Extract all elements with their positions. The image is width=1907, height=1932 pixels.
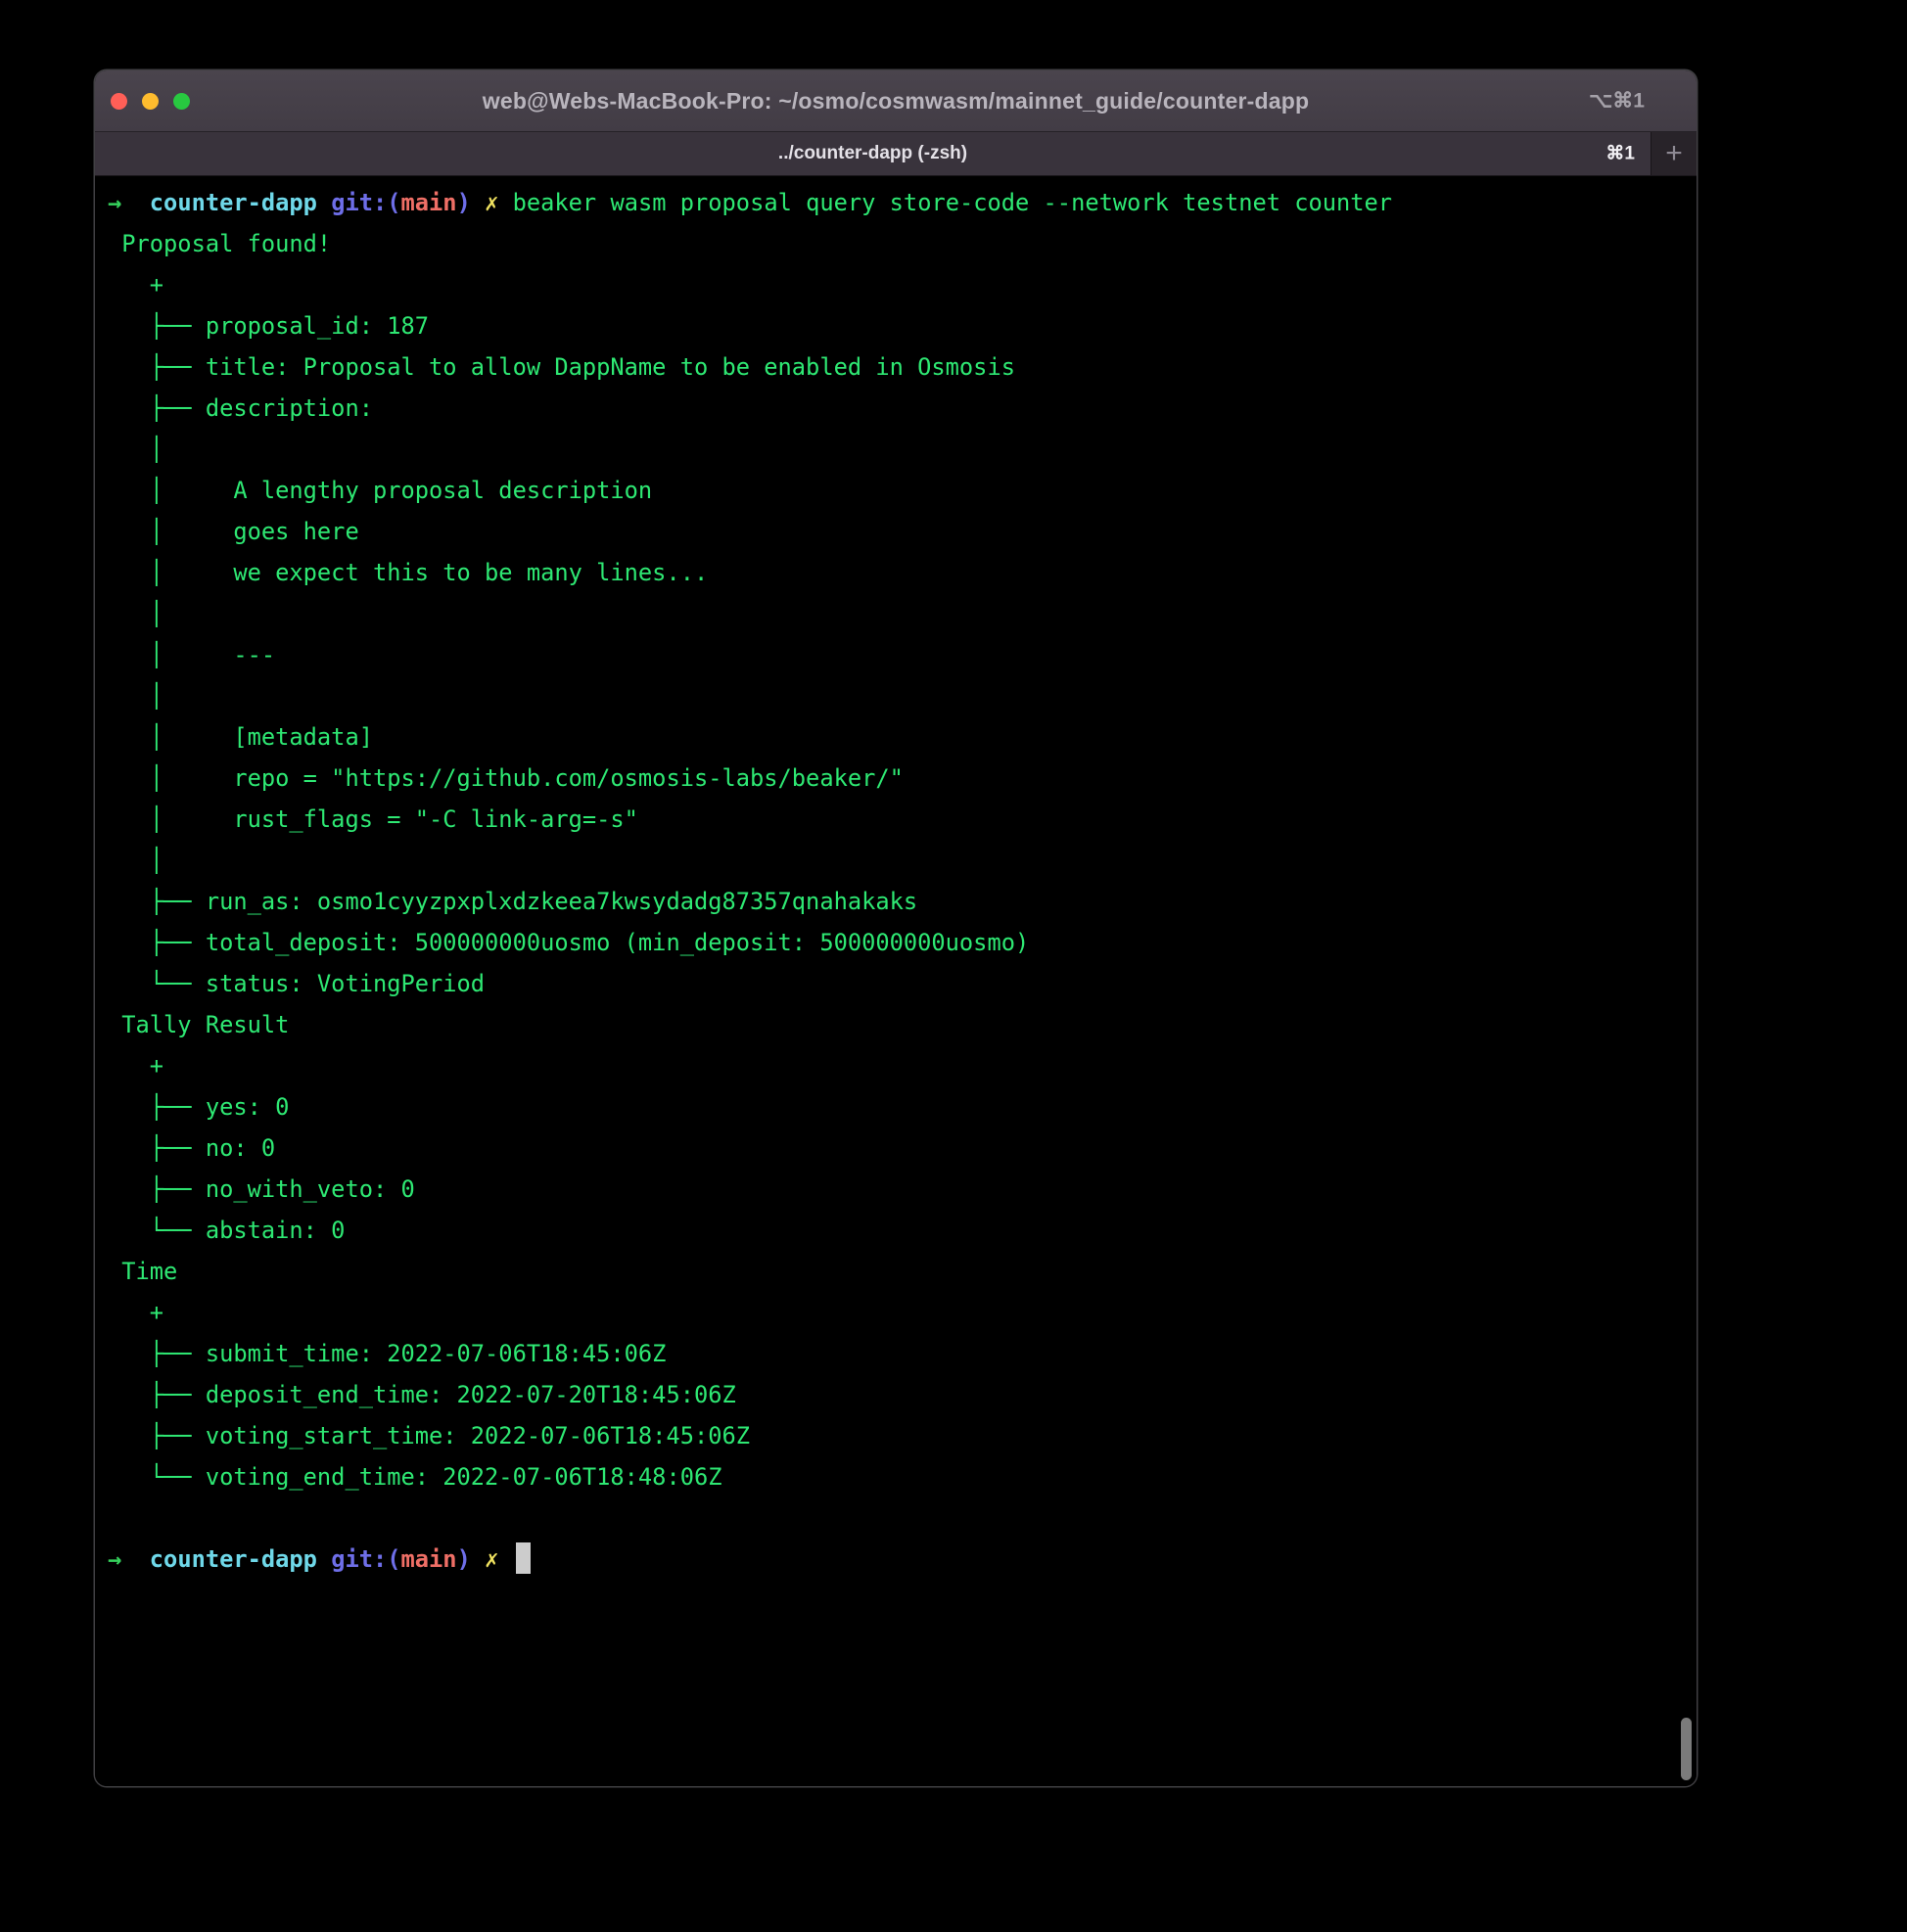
terminal-screen[interactable]: → counter-dapp git:(main) ✗ beaker wasm …	[95, 176, 1697, 1786]
titlebar-shortcut-label: ⌥⌘1	[1589, 89, 1645, 114]
terminal-cursor	[516, 1542, 531, 1574]
tab-label: ../counter-dapp (-zsh)	[778, 143, 967, 164]
tab-counter-dapp[interactable]: ../counter-dapp (-zsh) ⌘1	[95, 132, 1651, 175]
close-button[interactable]	[111, 93, 127, 110]
prompt-git-prefix: git:(	[331, 1545, 400, 1573]
prompt-git-branch: main	[401, 1545, 457, 1573]
tab-shortcut-label: ⌘1	[1605, 143, 1635, 165]
window-title: web@Webs-MacBook-Pro: ~/osmo/cosmwasm/ma…	[483, 88, 1309, 115]
prompt-git-prefix: git:(	[331, 189, 400, 216]
prompt-arrow-icon: →	[108, 1545, 150, 1573]
prompt-git-suffix: )	[457, 1545, 486, 1573]
new-tab-button[interactable]: +	[1651, 132, 1697, 175]
prompt-dirty-icon: ✗	[485, 1545, 513, 1573]
proposal-output: Proposal found! + ├── proposal_id: 187 ├…	[108, 223, 1681, 1004]
traffic-lights	[111, 70, 190, 131]
titlebar[interactable]: web@Webs-MacBook-Pro: ~/osmo/cosmwasm/ma…	[95, 70, 1697, 131]
minimize-button[interactable]	[142, 93, 159, 110]
command-text: beaker wasm proposal query store-code --…	[513, 189, 1392, 216]
tab-bar: ../counter-dapp (-zsh) ⌘1 +	[95, 131, 1697, 176]
zoom-button[interactable]	[173, 93, 190, 110]
time-output: Time + ├── submit_time: 2022-07-06T18:45…	[108, 1251, 1681, 1497]
terminal-window: web@Webs-MacBook-Pro: ~/osmo/cosmwasm/ma…	[95, 70, 1697, 1786]
prompt-git-suffix: )	[457, 189, 486, 216]
prompt-line-1: → counter-dapp git:(main) ✗ beaker wasm …	[108, 182, 1681, 223]
plus-icon: +	[1665, 139, 1683, 168]
prompt-dirty-icon: ✗	[485, 189, 513, 216]
prompt-arrow-icon: →	[108, 189, 150, 216]
prompt-line-2: → counter-dapp git:(main) ✗	[108, 1539, 1681, 1580]
prompt-directory: counter-dapp	[150, 1545, 331, 1573]
scrollbar-thumb[interactable]	[1681, 1718, 1692, 1780]
prompt-directory: counter-dapp	[150, 189, 331, 216]
prompt-git-branch: main	[401, 189, 457, 216]
tally-result-output: Tally Result + ├── yes: 0 ├── no: 0 ├── …	[108, 1004, 1681, 1251]
